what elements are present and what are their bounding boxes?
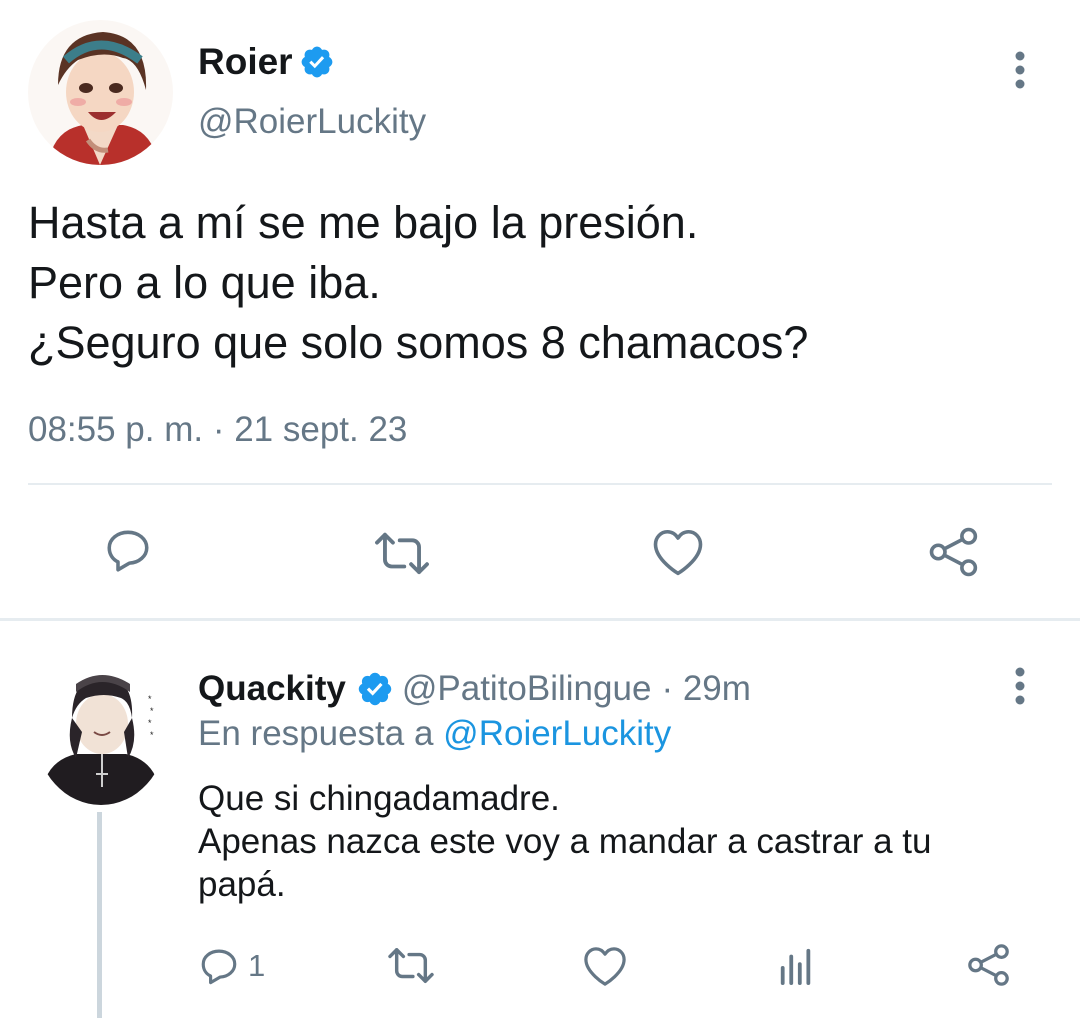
tweet-text: Hasta a mí se me bajo la presión. Pero a…	[28, 193, 808, 373]
tweet-text-line: Pero a lo que iba.	[28, 257, 381, 308]
analytics-button[interactable]	[774, 942, 818, 990]
author-name[interactable]: Quackity	[198, 669, 346, 709]
verified-badge-icon	[299, 44, 335, 80]
share-icon	[927, 525, 981, 579]
tweet-text-line: ¿Seguro que solo somos 8 chamacos?	[28, 317, 809, 368]
like-icon	[651, 527, 705, 577]
reply-context: En respuesta a @RoierLuckity	[198, 714, 671, 754]
retweet-icon	[387, 945, 435, 987]
author-handle[interactable]: @RoierLuckity	[198, 102, 426, 142]
retweet-icon	[374, 529, 430, 579]
retweet-button[interactable]	[384, 942, 438, 990]
reply-time[interactable]: · 29m	[661, 669, 750, 709]
analytics-icon	[777, 947, 815, 985]
avatar-roier[interactable]	[28, 20, 173, 165]
reply-button[interactable]	[98, 520, 158, 580]
reply-icon	[103, 525, 153, 575]
author-name[interactable]: Roier	[198, 41, 293, 83]
divider	[28, 483, 1052, 485]
share-button[interactable]	[964, 940, 1014, 990]
share-button[interactable]	[924, 522, 984, 582]
tweet-text: Que si chingadamadre. Apenas nazca este …	[198, 777, 1058, 906]
retweet-button[interactable]	[372, 524, 432, 584]
like-button[interactable]	[580, 942, 630, 990]
more-options-button[interactable]	[1000, 40, 1040, 100]
svg-text:*: *	[148, 694, 152, 704]
reply-button[interactable]: 1	[198, 942, 265, 990]
tweet-text-line: Que si chingadamadre.	[198, 779, 560, 818]
tweet-text-line: Apenas nazca este voy a mandar a castrar…	[198, 822, 932, 861]
tweet-text-line: papá.	[198, 865, 286, 904]
svg-text:*: *	[150, 706, 154, 716]
like-icon	[582, 945, 628, 987]
section-separator	[0, 618, 1080, 621]
reply-icon	[198, 945, 240, 987]
tweet-timestamp[interactable]: 08:55 p. m. · 21 sept. 23	[28, 410, 407, 450]
tweet-text-line: Hasta a mí se me bajo la presión.	[28, 197, 699, 248]
reply-count: 1	[248, 948, 266, 983]
svg-text:*: *	[148, 718, 152, 728]
reply-to-mention[interactable]: @RoierLuckity	[443, 714, 671, 753]
like-button[interactable]	[648, 522, 708, 582]
thread-line	[97, 812, 102, 1018]
avatar-quackity[interactable]: * * * *	[36, 662, 166, 805]
reply-context-prefix: En respuesta a	[198, 714, 434, 753]
verified-badge-icon	[356, 670, 394, 708]
more-options-button[interactable]	[1000, 656, 1040, 716]
share-icon	[966, 942, 1012, 988]
svg-text:*: *	[150, 730, 154, 740]
author-handle[interactable]: @PatitoBilingue	[402, 669, 652, 709]
